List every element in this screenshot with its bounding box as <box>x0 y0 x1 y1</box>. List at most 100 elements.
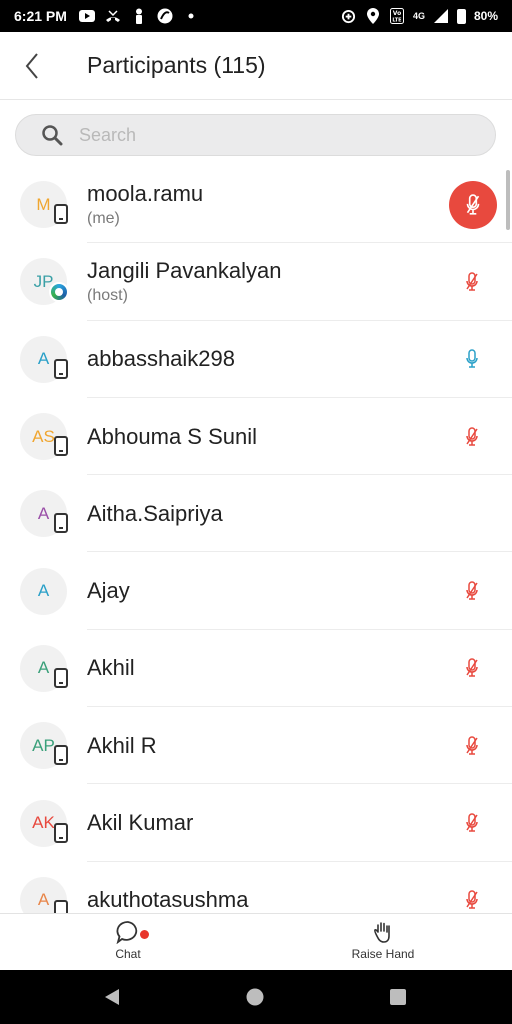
youtube-icon <box>78 8 95 24</box>
square-recents-icon <box>390 989 406 1005</box>
page-title: Participants (115) <box>87 52 266 78</box>
mic-muted-icon <box>462 270 482 294</box>
participant-name: Akhil <box>87 655 135 681</box>
mobile-device-icon <box>54 667 68 688</box>
participant-row[interactable]: AK Akil Kumar <box>0 784 512 862</box>
data-saver-icon <box>341 8 357 24</box>
network-label: 4G <box>412 11 425 21</box>
participant-row[interactable]: AP Akhil R <box>0 707 512 785</box>
bottom-toolbar: Chat Raise Hand <box>0 913 512 970</box>
system-nav-bar <box>0 970 512 1024</box>
avatar: A <box>20 490 68 538</box>
avatar-initials: A <box>37 503 50 523</box>
mic-muted-icon <box>462 811 482 835</box>
person-icon <box>131 8 147 24</box>
raise-hand-button[interactable]: Raise Hand <box>323 920 443 961</box>
participant-row[interactable]: AS Abhouma S Sunil <box>0 398 512 476</box>
participant-name: abbasshaik298 <box>87 346 236 372</box>
participant-row[interactable]: Aakuthotasushma <box>0 862 512 913</box>
participant-list[interactable]: Mmoola.ramu (me) JP Jangili Pavankalyan (hos… <box>0 166 512 913</box>
svg-text:Vo: Vo <box>393 10 401 17</box>
svg-text:LTE: LTE <box>392 18 402 24</box>
mobile-device-icon <box>54 745 68 766</box>
mic-muted-icon <box>462 734 482 758</box>
participant-name: moola.ramu <box>87 180 204 206</box>
avatar-initials: A <box>37 658 50 678</box>
nav-home-button[interactable] <box>246 988 264 1011</box>
avatar: AK <box>20 799 68 847</box>
avatar: A <box>20 567 67 615</box>
participant-role: (me) <box>87 209 120 227</box>
participant-name: akuthotasushma <box>87 887 249 913</box>
mobile-device-icon <box>54 204 68 225</box>
avatar: A <box>20 644 68 692</box>
participant-row[interactable]: A Ajay <box>0 552 512 630</box>
participant-name: Akhil R <box>87 732 157 758</box>
notification-dot <box>140 930 149 939</box>
status-time: 6:21 PM <box>14 8 67 24</box>
triangle-back-icon <box>105 989 119 1005</box>
circle-home-icon <box>246 988 264 1006</box>
avatar-initials: AP <box>32 735 55 755</box>
chat-label: Chat <box>115 947 141 961</box>
avatar-initials: A <box>37 349 50 369</box>
battery-icon <box>456 8 466 24</box>
avatar-initials: A <box>37 890 50 910</box>
participant-role: (host) <box>87 286 128 304</box>
mobile-device-icon <box>54 513 68 534</box>
mic-muted-icon <box>462 656 482 680</box>
battery-level: 80% <box>473 9 498 23</box>
app-icon <box>157 8 173 24</box>
mic-muted-icon <box>462 425 482 449</box>
avatar-initials: AS <box>32 426 55 446</box>
avatar: AP <box>20 722 68 770</box>
chat-icon <box>116 921 138 944</box>
mic-muted-icon <box>462 579 482 603</box>
mic-on-icon <box>462 347 482 371</box>
back-button[interactable] <box>0 32 64 100</box>
search-input[interactable] <box>79 124 439 146</box>
host-badge-icon <box>49 282 69 303</box>
participant-row[interactable]: A Aitha.Saipriya <box>0 475 512 553</box>
participant-row[interactable]: JP Jangili Pavankalyan (host) <box>0 243 512 321</box>
raise-hand-label: Raise Hand <box>351 947 415 961</box>
participant-row[interactable]: Aabbasshaik298 <box>0 321 512 398</box>
avatar: AS <box>20 413 68 461</box>
unmute-button[interactable] <box>449 180 497 229</box>
avatar: A <box>20 335 68 383</box>
nav-back-button[interactable] <box>103 988 121 1011</box>
participant-row[interactable]: A Akhil <box>0 630 512 708</box>
avatar-initials: M <box>36 194 51 214</box>
participant-name: Akil Kumar <box>87 810 194 836</box>
avatar-initials: AK <box>32 813 55 833</box>
avatar: A <box>20 876 68 913</box>
volte-icon: Vo LTE <box>389 8 405 24</box>
status-bar: 6:21 PM Vo LTE 4G 80% <box>0 0 512 32</box>
avatar: M <box>20 181 68 229</box>
avatar-initials: A <box>37 581 50 601</box>
header: Participants (115) <box>0 32 512 100</box>
participant-name: Abhouma S Sunil <box>87 423 257 449</box>
signal-icon <box>433 8 449 24</box>
mobile-device-icon <box>54 822 68 843</box>
scrollbar[interactable] <box>506 170 510 230</box>
avatar: JP <box>20 258 69 306</box>
chevron-left-icon <box>25 52 38 79</box>
participant-name: Ajay <box>87 578 130 604</box>
search-icon <box>42 125 63 146</box>
dot-icon <box>183 8 199 24</box>
search-bar[interactable] <box>15 114 496 156</box>
participant-name: Jangili Pavankalyan <box>87 257 282 283</box>
mic-muted-icon <box>466 193 480 215</box>
nav-recents-button[interactable] <box>389 988 407 1011</box>
chat-button[interactable]: Chat <box>68 920 188 961</box>
mobile-device-icon <box>54 358 68 379</box>
location-icon <box>365 8 381 24</box>
mobile-device-icon <box>54 899 68 913</box>
raise-hand-icon <box>374 922 390 943</box>
missed-call-icon <box>105 8 121 24</box>
participant-row[interactable]: Mmoola.ramu (me) <box>0 166 512 244</box>
mobile-device-icon <box>54 436 68 457</box>
participant-name: Aitha.Saipriya <box>87 500 223 526</box>
mic-muted-icon <box>462 888 482 912</box>
